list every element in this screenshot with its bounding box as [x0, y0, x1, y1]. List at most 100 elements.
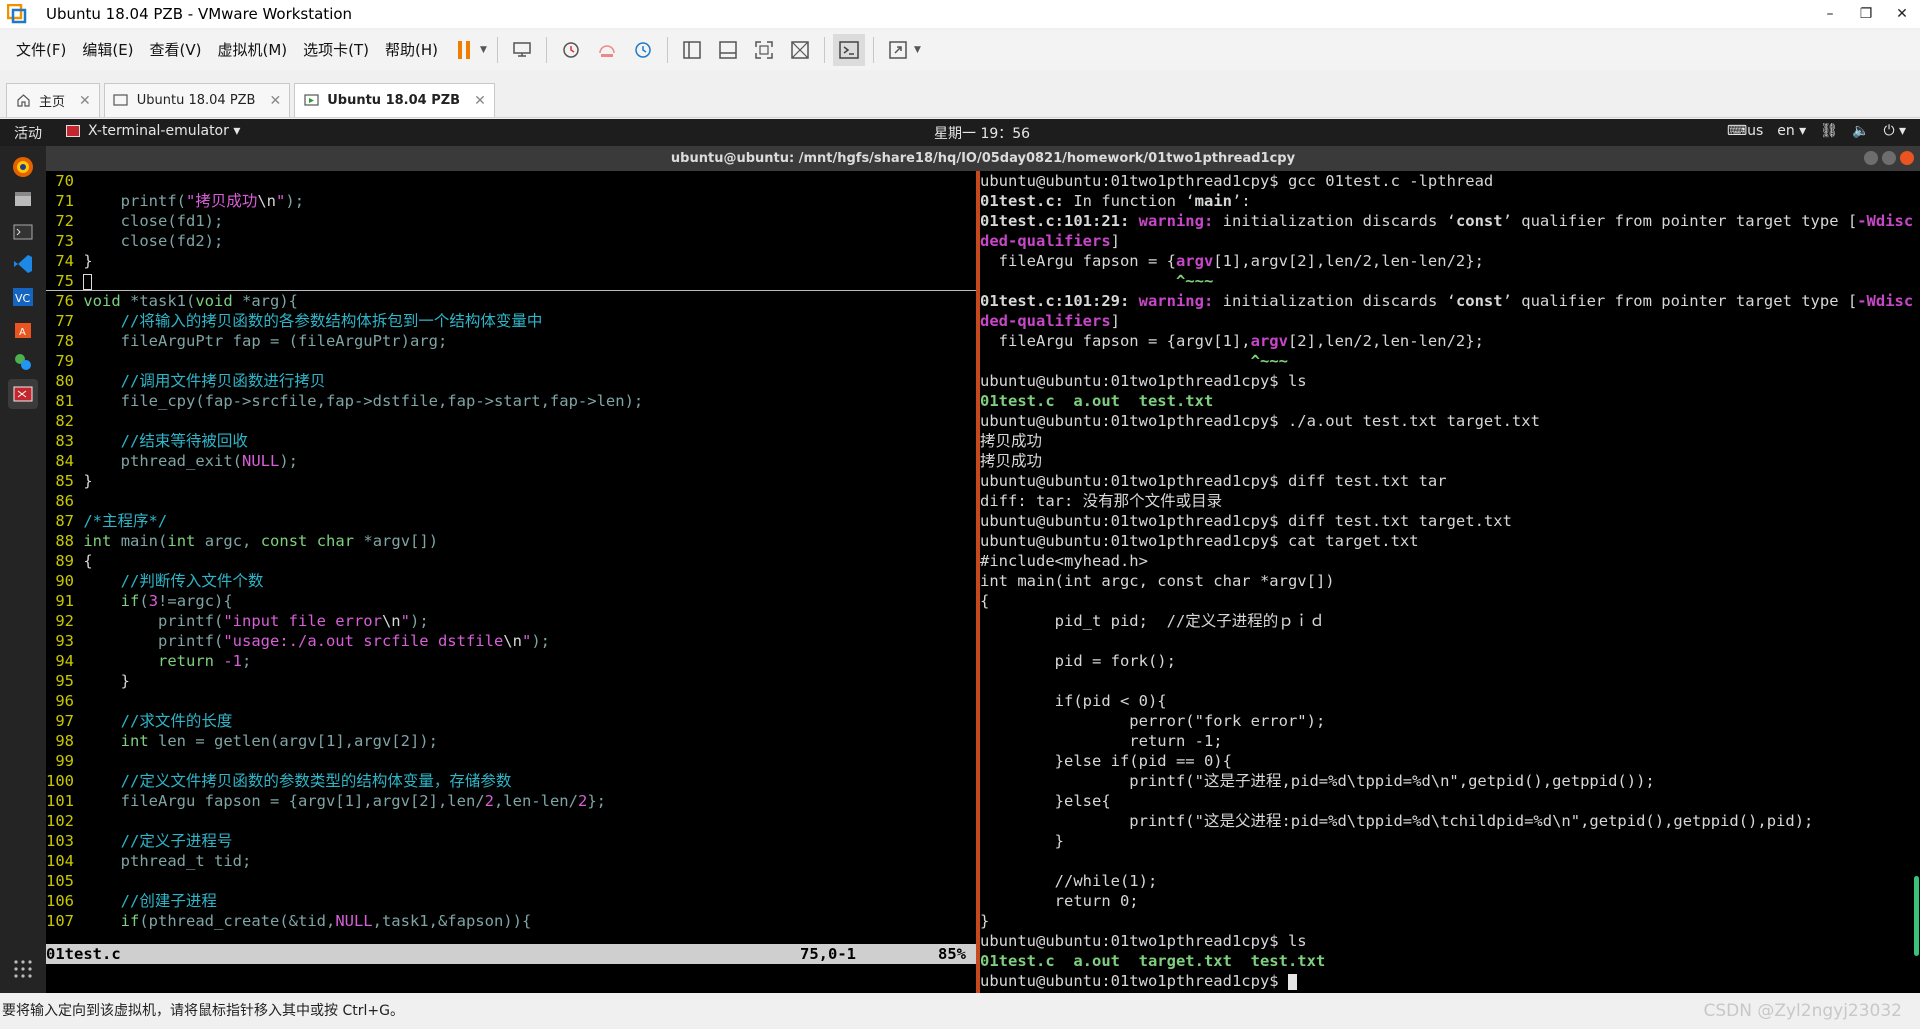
network-icon: ⛓ [1820, 123, 1838, 139]
watermark: CSDN @Zyl2ngyj23032 [1703, 1001, 1902, 1021]
shell-line: return -1; [980, 732, 1223, 750]
vc-app-icon[interactable]: VC [8, 282, 38, 312]
gnome-top-bar: 活动 X-terminal-emulator ▾ 星期一 19：56 ⌨us e… [0, 119, 1920, 146]
menu-edit[interactable]: 编辑(E) [74, 30, 141, 70]
code-line: 102 [46, 812, 74, 830]
menu-file[interactable]: 文件(F) [8, 30, 74, 70]
code-line: 91 if(3!=argc){ [55, 592, 233, 610]
keyboard-layout: us [1747, 123, 1764, 139]
language-indicator[interactable]: en ▾ [1777, 123, 1806, 139]
minimize-button[interactable]: – [1812, 0, 1848, 28]
terminal-maximize-button[interactable] [1882, 151, 1896, 165]
tab-vm-active[interactable]: Ubuntu 18.04 PZB ✕ [294, 83, 495, 117]
shell-line: diff: tar: 没有那个文件或目录 [980, 492, 1223, 510]
code-line: 97 //求文件的长度 [55, 712, 233, 730]
code-line: 95 } [55, 672, 131, 690]
text-cursor [1287, 973, 1297, 990]
thumbnail-bar-icon[interactable] [712, 34, 744, 66]
shell-line: pid = fork(); [980, 652, 1176, 670]
vim-percent: 85% [938, 945, 966, 963]
shell-line: 01test.c:101:21: warning: initialization… [980, 212, 1912, 230]
shell-line: }else{ [980, 792, 1111, 810]
fullscreen-icon[interactable] [748, 34, 780, 66]
vmware-titlebar: Ubuntu 18.04 PZB - VMware Workstation – … [0, 0, 1920, 28]
menu-vm[interactable]: 虚拟机(M) [210, 30, 296, 70]
close-button[interactable]: ✕ [1884, 0, 1920, 28]
close-icon[interactable]: ✕ [269, 93, 281, 109]
close-icon[interactable]: ✕ [79, 93, 91, 109]
shell-line: ded-qualifiers] [980, 232, 1120, 250]
code-line: 82 [55, 412, 74, 430]
guest-screen[interactable]: 活动 X-terminal-emulator ▾ 星期一 19：56 ⌨us e… [0, 119, 1920, 993]
vscode-icon[interactable] [8, 249, 38, 279]
x-terminal-icon[interactable] [8, 379, 38, 409]
toolbar-separator [496, 37, 498, 63]
tab-label: 主页 [39, 95, 66, 110]
code-line: 93 printf("usage:./a.out srcfile dstfile… [55, 632, 550, 650]
close-icon[interactable]: ✕ [474, 93, 486, 109]
send-ctrl-alt-del-icon[interactable] [506, 34, 538, 66]
vim-status-line: 01test.c 75,0-1 85% [46, 944, 978, 964]
code-line-current: 75 [46, 271, 978, 291]
chevron-down-icon[interactable]: ▼ [480, 45, 487, 55]
system-tray[interactable]: ⌨us en ▾ ⛓ 🔈 ⏻ ▾ [1727, 123, 1906, 139]
terminal-icon[interactable] [8, 217, 38, 247]
snapshot-icon[interactable] [555, 34, 587, 66]
menu-view[interactable]: 查看(V) [142, 30, 210, 70]
shell-line: 01test.c: In function ‘main’: [980, 192, 1251, 210]
revert-snapshot-icon[interactable] [591, 34, 623, 66]
vim-pane[interactable]: 70 71 printf("拷贝成功\n"); 72 close(fd1); 7… [46, 171, 978, 993]
shell-pane[interactable]: ubuntu@ubuntu:01two1pthread1cpy$ gcc 01t… [980, 171, 1912, 993]
show-applications-icon[interactable] [13, 959, 33, 983]
code-line: 78 fileArguPtr fap = (fileArguPtr)arg; [55, 332, 448, 350]
shell-line: perror("fork error"); [980, 712, 1326, 730]
tab-bar: 主页 ✕ Ubuntu 18.04 PZB ✕ Ubuntu 18.04 PZB… [0, 80, 1920, 118]
settings-icon[interactable] [8, 347, 38, 377]
snapshot-manager-icon[interactable] [627, 34, 659, 66]
shell-line: ^~~~ [980, 272, 1214, 290]
vim-filename: 01test.c [46, 945, 121, 963]
shell-line: ded-qualifiers] [980, 312, 1120, 330]
pause-icon[interactable] [448, 34, 480, 66]
tab-home[interactable]: 主页 ✕ [6, 83, 100, 117]
code-line: 92 printf("input file error\n"); [55, 612, 429, 630]
terminal-close-button[interactable] [1900, 151, 1914, 165]
code-line: 96 [55, 692, 74, 710]
vmware-logo-icon [6, 3, 28, 25]
svg-text:A: A [19, 327, 26, 338]
code-line: 106 //创建子进程 [46, 892, 217, 910]
shell-line: } [980, 912, 990, 930]
terminal-titlebar: ubuntu@ubuntu: /mnt/hgfs/share18/hq/IO/0… [46, 146, 1920, 171]
firefox-icon[interactable] [8, 152, 38, 182]
tab-label: Ubuntu 18.04 PZB [327, 93, 461, 108]
shell-line: 拷贝成功 [980, 452, 1043, 470]
tab-vm[interactable]: Ubuntu 18.04 PZB ✕ [103, 83, 291, 117]
menu-tabs[interactable]: 选项卡(T) [295, 30, 377, 70]
shell-line: if(pid < 0){ [980, 692, 1167, 710]
window-title: Ubuntu 18.04 PZB - VMware Workstation [46, 5, 353, 23]
stretch-guest-icon[interactable] [882, 34, 914, 66]
scrollbar-thumb[interactable] [1914, 876, 1919, 956]
terminal-title: ubuntu@ubuntu: /mnt/hgfs/share18/hq/IO/0… [670, 151, 1296, 166]
code-line: 87 /*主程序*/ [55, 512, 168, 530]
sidebar-toggle-icon[interactable] [676, 34, 708, 66]
restore-button[interactable]: ❐ [1848, 0, 1884, 28]
unity-mode-icon[interactable] [784, 34, 816, 66]
code-line: 86 [55, 492, 74, 510]
shell-line: ubuntu@ubuntu:01two1pthread1cpy$ diff te… [980, 512, 1512, 530]
clock[interactable]: 星期一 19：56 [934, 123, 1030, 143]
code-line: 79 [55, 352, 74, 370]
shell-line: 01test.c a.out target.txt test.txt [980, 952, 1326, 970]
software-center-icon[interactable]: A [8, 314, 38, 344]
code-line: 85 } [55, 472, 93, 490]
status-message: 要将输入定向到该虚拟机，请将鼠标指针移入其中或按 Ctrl+G。 [2, 1003, 404, 1019]
app-menu[interactable]: X-terminal-emulator ▾ [66, 123, 240, 139]
shell-line: ubuntu@ubuntu:01two1pthread1cpy$ diff te… [980, 472, 1447, 490]
activities-button[interactable]: 活动 [14, 123, 42, 143]
chevron-down-icon[interactable]: ▼ [914, 45, 921, 55]
files-icon[interactable] [8, 184, 38, 214]
shell-scrollbar[interactable] [1912, 171, 1920, 993]
menu-help[interactable]: 帮助(H) [377, 30, 446, 70]
terminal-minimize-button[interactable] [1864, 151, 1878, 165]
console-view-icon[interactable] [832, 34, 865, 66]
